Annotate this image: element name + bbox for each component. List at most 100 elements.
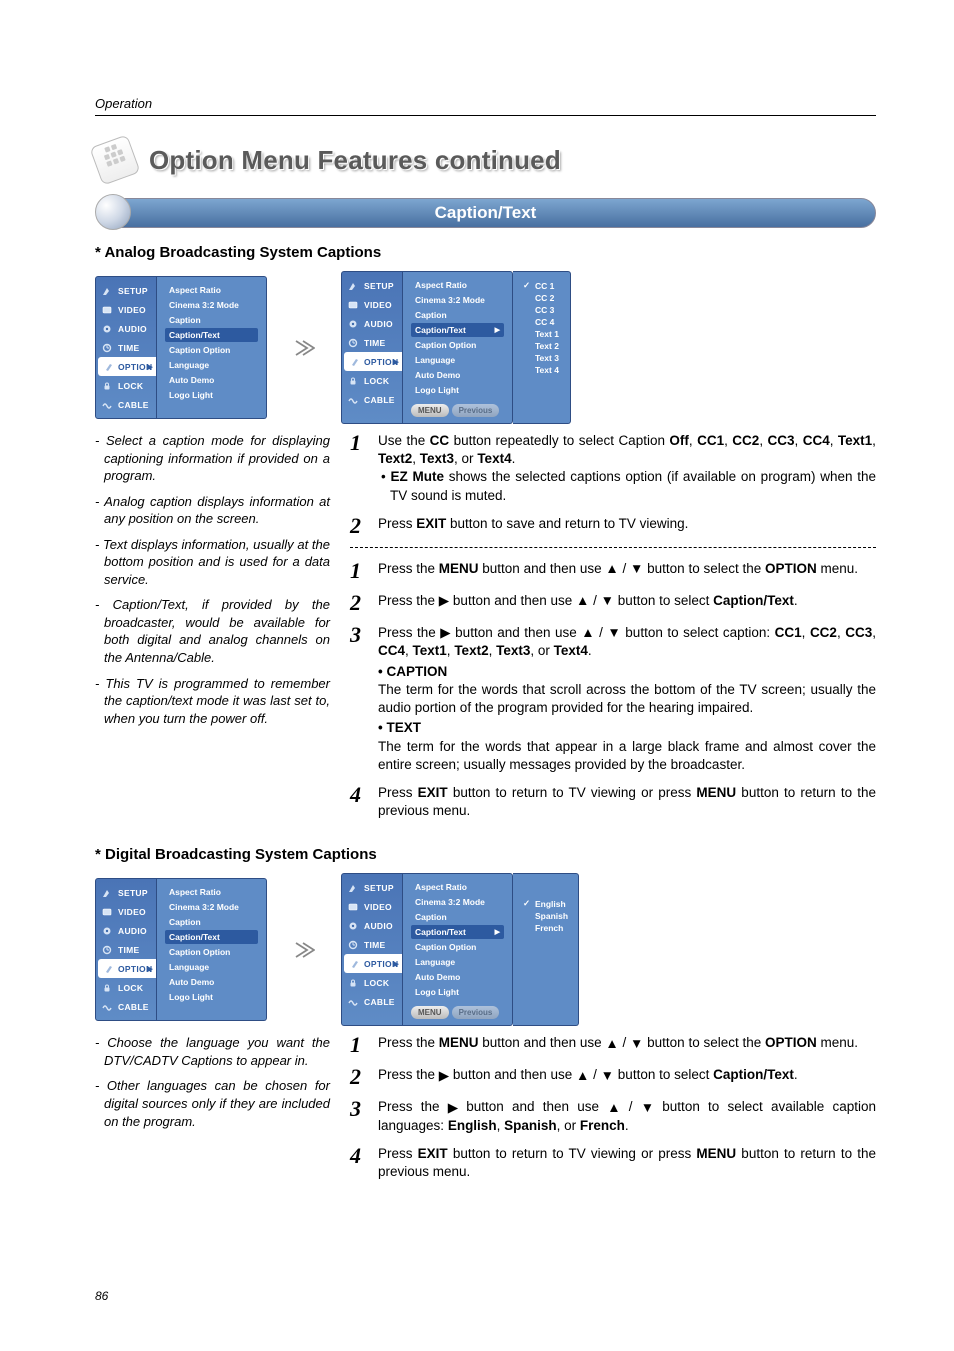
- osd-option[interactable]: Caption/Text▶: [411, 323, 504, 337]
- step-text: Press the MENU button and then use ▲ / ▼…: [378, 1034, 876, 1056]
- osd-tab-audio[interactable]: AUDIO: [342, 916, 402, 935]
- osd-tab-lock[interactable]: LOCK: [342, 371, 402, 390]
- step-number: 1: [350, 1034, 368, 1056]
- osd-option[interactable]: Auto Demo: [411, 368, 504, 382]
- osd-option[interactable]: Aspect Ratio: [411, 880, 504, 894]
- osd-option[interactable]: Caption: [411, 910, 504, 924]
- osd-tab-cable[interactable]: CABLE: [342, 992, 402, 1011]
- osd-option[interactable]: Caption/Text▶: [411, 925, 504, 939]
- osd-tab-time[interactable]: TIME: [96, 338, 156, 357]
- osd-subitem[interactable]: Text 1: [523, 329, 560, 339]
- step-number: 4: [350, 784, 368, 820]
- chevron-right-icon: ▶: [495, 928, 500, 936]
- osd-option[interactable]: Cinema 3:2 Mode: [165, 298, 258, 312]
- osd-tab-video[interactable]: VIDEO: [342, 897, 402, 916]
- osd-subitem[interactable]: Text 4: [523, 365, 560, 375]
- osd-tab-time[interactable]: TIME: [96, 940, 156, 959]
- osd-option[interactable]: Caption/Text: [165, 328, 258, 342]
- note-item: - Other languages can be chosen for digi…: [95, 1077, 330, 1130]
- osd-tab-lock[interactable]: LOCK: [96, 978, 156, 997]
- osd-tab-setup[interactable]: SETUP: [96, 281, 156, 300]
- setup-icon: [102, 888, 112, 898]
- osd-tab-audio[interactable]: AUDIO: [96, 319, 156, 338]
- chevron-right-icon: ▶: [495, 326, 500, 334]
- osd-option[interactable]: Caption: [411, 308, 504, 322]
- video-icon: [348, 300, 358, 310]
- osd-tab-setup[interactable]: SETUP: [96, 883, 156, 902]
- osd-option[interactable]: Auto Demo: [165, 975, 258, 989]
- video-icon: [102, 305, 112, 315]
- osd-option[interactable]: Auto Demo: [411, 970, 504, 984]
- note-item: - Analog caption displays information at…: [95, 493, 330, 528]
- osd-subitem[interactable]: ✓English: [523, 898, 568, 909]
- divider-dashed: [350, 547, 876, 548]
- osd-tab-setup[interactable]: SETUP: [342, 276, 402, 295]
- option-icon: [350, 357, 360, 367]
- option-icon: [104, 964, 114, 974]
- osd-option[interactable]: Language: [411, 353, 504, 367]
- osd-subitem[interactable]: Text 3: [523, 353, 560, 363]
- osd-tab-time[interactable]: TIME: [342, 935, 402, 954]
- osd-option[interactable]: Language: [411, 955, 504, 969]
- osd-tab-time[interactable]: TIME: [342, 333, 402, 352]
- header-rule: Operation: [95, 95, 876, 116]
- osd-button-previous[interactable]: Previous: [452, 404, 500, 417]
- step-text: Press the MENU button and then use ▲ / ▼…: [378, 560, 876, 582]
- osd-option[interactable]: Cinema 3:2 Mode: [411, 293, 504, 307]
- osd-option[interactable]: Caption Option: [165, 343, 258, 357]
- osd-subitem[interactable]: CC 4: [523, 317, 560, 327]
- osd-option[interactable]: Logo Light: [165, 388, 258, 402]
- osd-option[interactable]: Aspect Ratio: [165, 283, 258, 297]
- osd-tab-lock[interactable]: LOCK: [96, 376, 156, 395]
- osd-option[interactable]: Caption Option: [411, 338, 504, 352]
- osd-subitem[interactable]: French: [523, 923, 568, 933]
- banner-caption-text: Caption/Text: [95, 198, 876, 228]
- osd-tab-lock[interactable]: LOCK: [342, 973, 402, 992]
- osd-option[interactable]: Cinema 3:2 Mode: [165, 900, 258, 914]
- osd-option[interactable]: Language: [165, 960, 258, 974]
- osd-option[interactable]: Caption: [165, 313, 258, 327]
- osd-tab-audio[interactable]: AUDIO: [96, 921, 156, 940]
- osd-tab-audio[interactable]: AUDIO: [342, 314, 402, 333]
- osd-option[interactable]: Caption/Text: [165, 930, 258, 944]
- osd-tab-video[interactable]: VIDEO: [342, 295, 402, 314]
- digital-steps: 1 Press the MENU button and then use ▲ / …: [350, 1034, 876, 1181]
- osd-tab-video[interactable]: VIDEO: [96, 300, 156, 319]
- osd-subitem[interactable]: Text 2: [523, 341, 560, 351]
- osd-option[interactable]: Auto Demo: [165, 373, 258, 387]
- osd-button-menu[interactable]: MENU: [411, 1006, 449, 1019]
- step-item: 4Press EXIT button to return to TV viewi…: [350, 1145, 876, 1181]
- osd-option[interactable]: Logo Light: [411, 383, 504, 397]
- osd-option[interactable]: Caption: [165, 915, 258, 929]
- osd-tab-cable[interactable]: CABLE: [96, 395, 156, 414]
- osd-button-previous[interactable]: Previous: [452, 1006, 500, 1019]
- osd-tab-cable[interactable]: CABLE: [342, 390, 402, 409]
- osd-tab-cable[interactable]: CABLE: [96, 997, 156, 1016]
- osd-subitem[interactable]: CC 3: [523, 305, 560, 315]
- osd-tab-option[interactable]: OPTION▶: [344, 954, 402, 973]
- osd-option[interactable]: Aspect Ratio: [411, 278, 504, 292]
- step-text: Use the CC button repeatedly to select C…: [378, 432, 876, 505]
- osd-option[interactable]: Logo Light: [411, 985, 504, 999]
- osd-option[interactable]: Language: [165, 358, 258, 372]
- osd-tab-option[interactable]: OPTION▶: [98, 959, 156, 978]
- cable-icon: [348, 395, 358, 405]
- osd-option[interactable]: Cinema 3:2 Mode: [411, 895, 504, 909]
- osd-button-menu[interactable]: MENU: [411, 404, 449, 417]
- header-section: Operation: [95, 96, 152, 111]
- osd-subitem[interactable]: CC 2: [523, 293, 560, 303]
- osd-option[interactable]: Caption Option: [165, 945, 258, 959]
- osd-option[interactable]: Logo Light: [165, 990, 258, 1004]
- osd-tab-video[interactable]: VIDEO: [96, 902, 156, 921]
- osd-subitem[interactable]: Spanish: [523, 911, 568, 921]
- osd-tab-option[interactable]: OPTION▶: [344, 352, 402, 371]
- banner-label: Caption/Text: [435, 203, 537, 223]
- analog-steps-bottom: 1Press the MENU button and then use ▲ / …: [350, 560, 876, 821]
- osd-subitem[interactable]: ✓CC 1: [523, 280, 560, 291]
- osd-option[interactable]: Aspect Ratio: [165, 885, 258, 899]
- analog-osd-row: SETUPVIDEOAUDIOTIMEOPTION▶LOCKCABLEAspec…: [95, 271, 876, 424]
- osd-tab-option[interactable]: OPTION▶: [98, 357, 156, 376]
- osd-tab-setup[interactable]: SETUP: [342, 878, 402, 897]
- osd-option[interactable]: Caption Option: [411, 940, 504, 954]
- audio-icon: [348, 319, 358, 329]
